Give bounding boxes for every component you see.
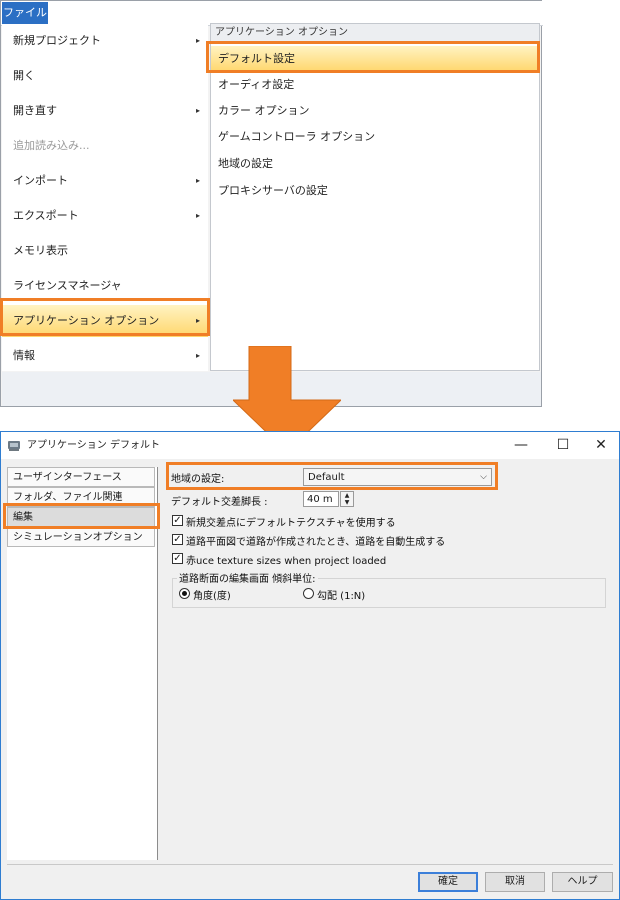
menu-item-label: 追加読み込み... xyxy=(13,139,90,152)
menu-item-additional-load: 追加読み込み... xyxy=(2,130,208,162)
submenu-item-audio-settings[interactable]: オーディオ設定 xyxy=(211,72,539,98)
category-item-simulation-options[interactable]: シミュレーションオプション xyxy=(7,527,155,547)
submenu-header: アプリケーション オプション xyxy=(211,24,539,42)
menu-item-label: メモリ表示 xyxy=(13,244,68,257)
check-icon: ✓ xyxy=(173,534,182,545)
menu-item-label: 開き直す xyxy=(13,104,57,117)
submenu-item-region-settings[interactable]: 地域の設定 xyxy=(211,151,539,177)
radio-gradient[interactable] xyxy=(303,588,314,599)
check-icon: ✓ xyxy=(173,515,182,526)
submenu-item-proxy-settings[interactable]: プロキシサーバの設定 xyxy=(211,178,539,204)
app-icon xyxy=(8,441,20,451)
close-button[interactable]: ✕ xyxy=(581,432,620,459)
intersection-distance-input[interactable]: 40 m xyxy=(303,491,339,507)
menu-item-label: 開く xyxy=(13,69,35,82)
check-icon: ✓ xyxy=(173,553,182,564)
radio-degrees-label: 角度(度) xyxy=(193,591,231,602)
menu-item-reopen[interactable]: 開き直す ▸ xyxy=(2,95,208,127)
menu-item-info[interactable]: 情報 ▸ xyxy=(2,340,208,372)
intersection-distance-label: デフォルト交差脚長 : xyxy=(171,497,268,508)
checkbox-reduce-texture-sizes[interactable]: ✓ xyxy=(172,553,183,564)
menu-item-export[interactable]: エクスポート ▸ xyxy=(2,200,208,232)
menu-item-label: インポート xyxy=(13,174,68,187)
submenu-arrow-icon: ▸ xyxy=(195,351,200,360)
stepper-up-icon[interactable]: ▲ xyxy=(341,492,353,499)
highlight-frame-application-options xyxy=(0,298,210,336)
checkbox-auto-generate-road-label: 道路平面図で道路が作成されたとき、道路を自動生成する xyxy=(186,537,446,548)
submenu-arrow-icon: ▸ xyxy=(195,36,200,45)
maximize-button[interactable]: ☐ xyxy=(543,432,583,459)
ok-button[interactable]: 確定 xyxy=(418,872,478,892)
menu-item-label: エクスポート xyxy=(13,209,79,222)
application-defaults-dialog: アプリケーション デフォルト — ☐ ✕ ユーザインターフェース フォルダ、ファ… xyxy=(0,431,620,900)
radio-degrees[interactable] xyxy=(179,588,190,599)
stepper-down-icon[interactable]: ▼ xyxy=(341,499,353,506)
submenu-arrow-icon: ▸ xyxy=(195,106,200,115)
minimize-button[interactable]: — xyxy=(501,432,541,459)
checkbox-auto-generate-road[interactable]: ✓ xyxy=(172,534,183,545)
dialog-titlebar: アプリケーション デフォルト — ☐ ✕ xyxy=(1,432,619,459)
menu-item-new-project[interactable]: 新規プロジェクト ▸ xyxy=(2,25,208,57)
slope-unit-group-label: 道路断面の編集画面 傾斜単位: xyxy=(177,570,318,585)
menu-item-label: ライセンスマネージャ xyxy=(13,279,122,292)
menu-item-import[interactable]: インポート ▸ xyxy=(2,165,208,197)
category-item-user-interface[interactable]: ユーザインターフェース xyxy=(7,467,155,487)
menu-item-memory-display[interactable]: メモリ表示 xyxy=(2,235,208,267)
menu-item-label: 情報 xyxy=(13,349,35,362)
submenu-arrow-icon: ▸ xyxy=(195,211,200,220)
dialog-title: アプリケーション デフォルト xyxy=(27,440,160,451)
checkbox-default-texture-label: 新規交差点にデフォルトテクスチャを使用する xyxy=(186,518,396,529)
menu-item-open[interactable]: 開く xyxy=(2,60,208,92)
checkbox-default-texture[interactable]: ✓ xyxy=(172,515,183,526)
menu-item-label: 新規プロジェクト xyxy=(13,34,101,47)
submenu-item-game-controller-options[interactable]: ゲームコントローラ オプション xyxy=(211,124,539,150)
file-tab[interactable]: ファイル xyxy=(2,2,48,24)
cancel-button[interactable]: 取消 xyxy=(485,872,545,892)
submenu-item-color-options[interactable]: カラー オプション xyxy=(211,98,539,124)
radio-selected-dot xyxy=(182,591,187,596)
highlight-frame-edit-category xyxy=(3,503,160,529)
button-separator xyxy=(7,864,613,865)
highlight-frame-default-settings xyxy=(206,41,540,73)
highlight-frame-region-setting xyxy=(166,462,498,490)
help-button[interactable]: ヘルプ xyxy=(552,872,613,892)
radio-gradient-label: 勾配 (1:N) xyxy=(317,591,366,602)
checkbox-reduce-texture-sizes-label: 赤uce texture sizes when project loaded xyxy=(186,556,387,567)
distance-stepper[interactable]: ▲ ▼ xyxy=(340,491,354,507)
submenu-arrow-icon: ▸ xyxy=(195,176,200,185)
application-options-submenu: アプリケーション オプション デフォルト設定 オーディオ設定 カラー オプション… xyxy=(210,23,540,371)
